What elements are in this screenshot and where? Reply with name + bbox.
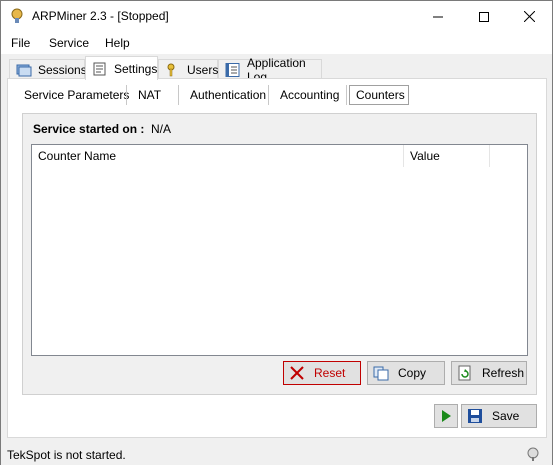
reset-button-label: Reset — [314, 366, 346, 380]
status-text: TekSpot is not started. — [7, 448, 126, 462]
tab-settings[interactable]: Settings — [85, 56, 158, 80]
status-icon — [525, 446, 541, 465]
counters-list[interactable]: Counter Name Value — [31, 144, 528, 356]
subtab-separator — [178, 85, 179, 105]
subtab-separator — [126, 85, 127, 105]
main-tabs: Sessions Settings Users Application Log — [1, 56, 552, 84]
save-button-label: Save — [492, 409, 520, 423]
settings-icon — [92, 62, 108, 76]
menu-file[interactable]: File — [11, 36, 30, 50]
service-started-label: Service started on : — [33, 122, 145, 136]
status-bar: TekSpot is not started. — [1, 444, 552, 465]
maximize-button[interactable] — [461, 1, 507, 32]
subtab-authentication[interactable]: Authentication — [184, 84, 272, 106]
refresh-button-label: Refresh — [482, 366, 525, 380]
play-icon — [442, 410, 451, 422]
window-title: ARPMiner 2.3 - [Stopped] — [32, 9, 169, 23]
subtab-separator — [268, 85, 269, 105]
tab-users-label: Users — [187, 62, 219, 77]
refresh-button[interactable]: Refresh — [451, 361, 527, 385]
save-icon — [466, 408, 484, 424]
menu-help[interactable]: Help — [105, 36, 130, 50]
tab-settings-label: Settings — [114, 61, 158, 76]
subtab-accounting[interactable]: Accounting — [274, 84, 345, 106]
sessions-icon — [16, 63, 32, 77]
key-icon — [165, 63, 181, 77]
reset-button[interactable]: Reset — [283, 361, 361, 385]
column-header-value[interactable]: Value — [404, 145, 490, 167]
service-started-value: N/A — [151, 122, 172, 136]
subtab-separator — [346, 85, 347, 105]
tab-users[interactable]: Users — [158, 59, 218, 79]
menu-bar: File Service Help — [1, 32, 552, 54]
subtab-service-parameters[interactable]: Service Parameters — [18, 84, 135, 106]
tab-sessions[interactable]: Sessions — [9, 59, 87, 79]
log-icon — [225, 62, 241, 77]
app-window: ARPMiner 2.3 - [Stopped] File Service He… — [0, 0, 553, 465]
title-bar[interactable]: ARPMiner 2.3 - [Stopped] — [1, 1, 552, 32]
tab-sessions-label: Sessions — [38, 62, 87, 77]
copy-button-label: Copy — [398, 366, 427, 380]
tab-application-log[interactable]: Application Log — [218, 56, 322, 84]
app-icon — [9, 8, 25, 24]
close-button[interactable] — [506, 1, 552, 32]
copy-icon — [372, 365, 390, 381]
refresh-icon — [456, 365, 474, 381]
menu-service[interactable]: Service — [49, 36, 89, 50]
save-button[interactable]: Save — [461, 404, 537, 428]
copy-button[interactable]: Copy — [367, 361, 445, 385]
close-x-icon — [288, 365, 306, 381]
minimize-button[interactable] — [415, 1, 461, 32]
start-button[interactable] — [434, 404, 458, 428]
column-header-counter-name[interactable]: Counter Name — [32, 145, 404, 167]
subtab-counters[interactable]: Counters — [349, 85, 409, 105]
subtab-nat[interactable]: NAT — [132, 84, 167, 106]
